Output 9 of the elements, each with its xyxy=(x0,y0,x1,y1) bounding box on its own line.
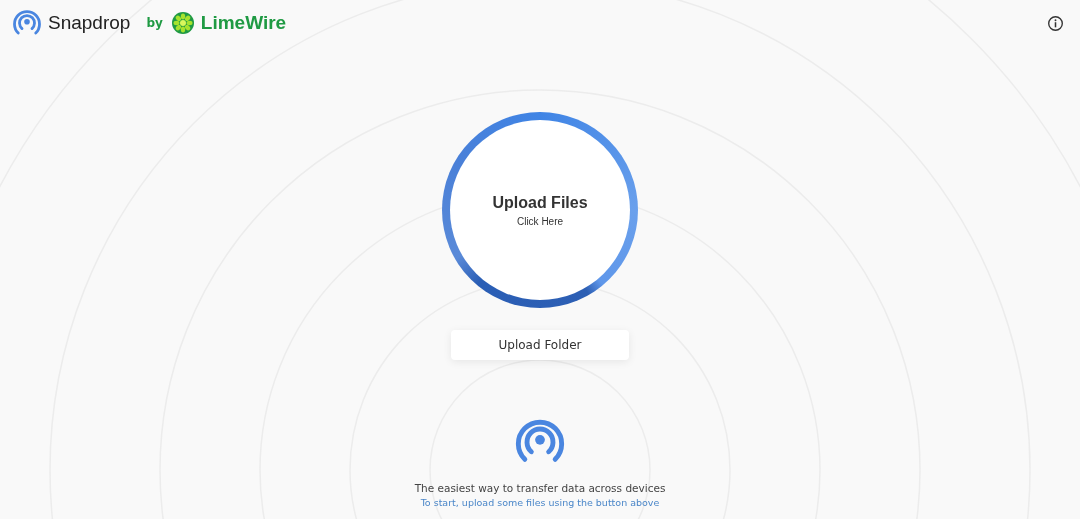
partner-name: LimeWire xyxy=(200,12,287,34)
tagline: The easiest way to transfer data across devices xyxy=(414,482,666,494)
lime-flower-icon xyxy=(170,11,195,35)
upload-files-button[interactable]: Upload Files Click Here xyxy=(442,112,638,308)
info-icon xyxy=(1047,14,1064,32)
upload-folder-button[interactable]: Upload Folder xyxy=(451,330,629,360)
hint-text: To start, upload some files using the button above xyxy=(420,497,660,508)
by-label: by xyxy=(146,16,163,30)
app-name: Snapdrop xyxy=(48,12,131,34)
